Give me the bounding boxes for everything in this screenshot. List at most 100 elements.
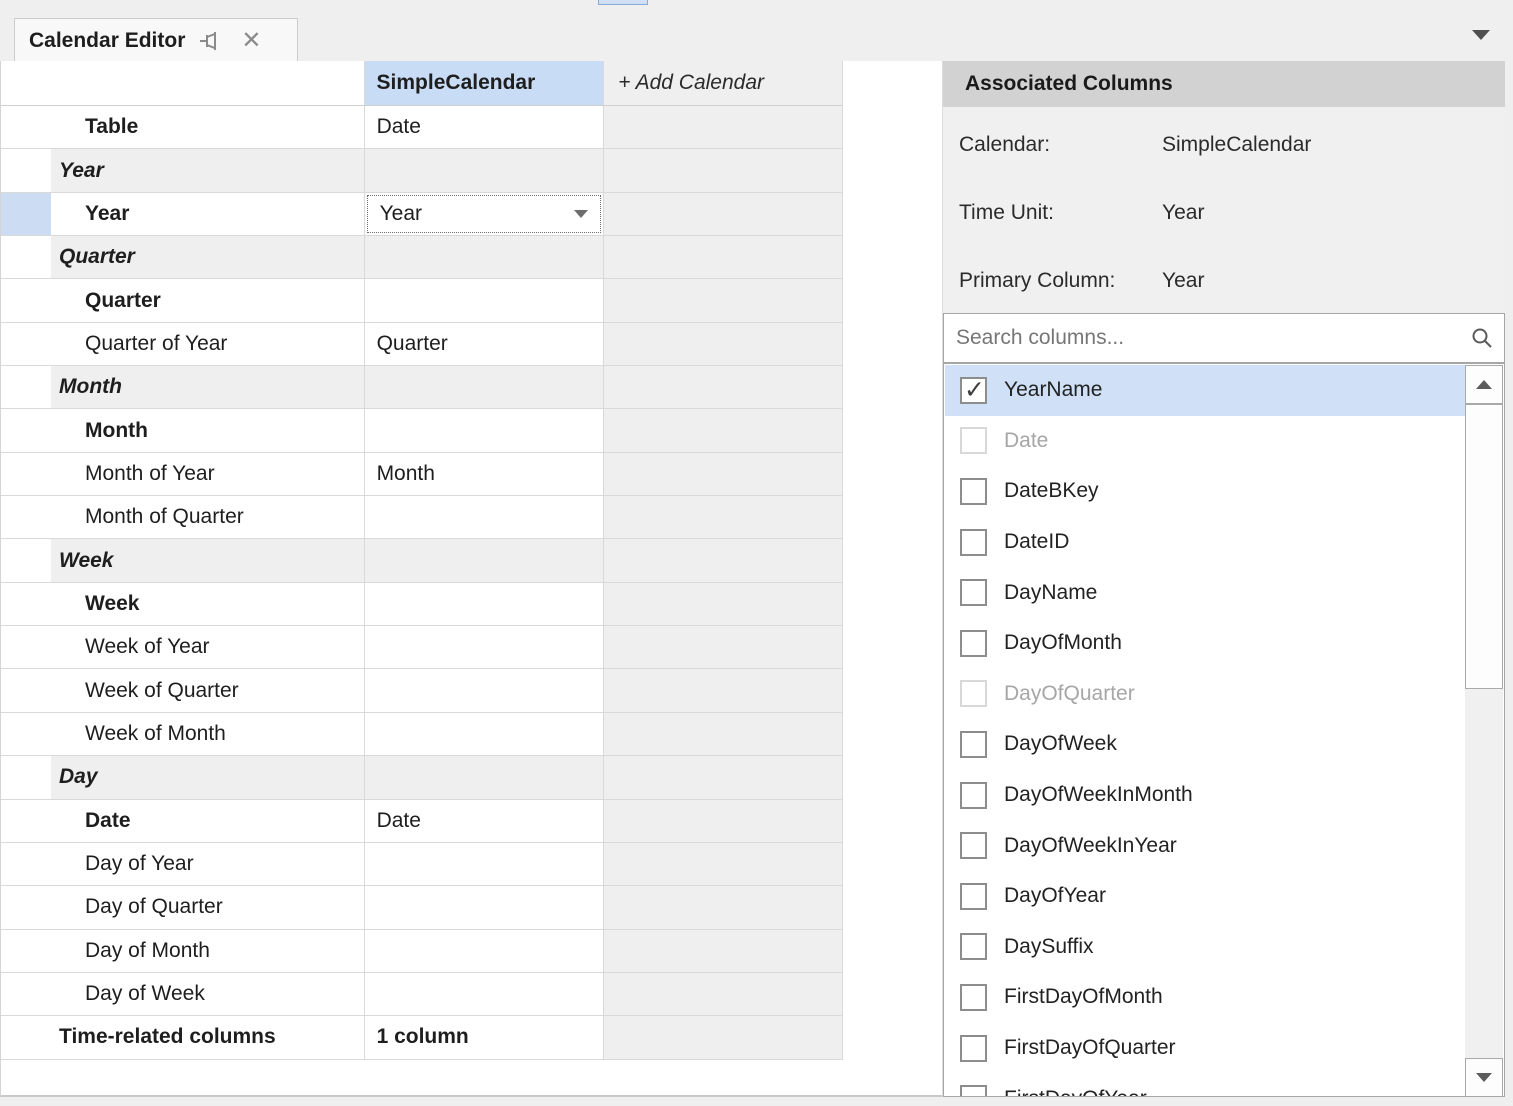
add-calendar-cell[interactable] — [603, 756, 842, 798]
list-item[interactable]: YearName — [945, 365, 1466, 416]
calendar-value-cell[interactable]: Month — [364, 453, 604, 495]
calendar-value-cell[interactable]: Date — [364, 106, 604, 148]
scroll-up-icon[interactable] — [1465, 365, 1503, 404]
table-row[interactable]: Week of Month — [1, 713, 842, 756]
table-row[interactable]: Month of YearMonth — [1, 453, 842, 496]
scrollbar-thumb[interactable] — [1465, 404, 1503, 689]
table-row[interactable]: Week — [1, 583, 842, 626]
table-row[interactable]: Day — [1, 756, 842, 799]
calendar-column-header[interactable]: SimpleCalendar — [364, 61, 604, 105]
table-row[interactable]: Week — [1, 539, 842, 582]
calendar-value-cell[interactable] — [364, 409, 604, 451]
list-item[interactable]: DayOfMonth — [945, 618, 1466, 669]
add-calendar-cell[interactable] — [603, 800, 842, 842]
add-calendar-cell[interactable] — [603, 366, 842, 408]
add-calendar-cell[interactable] — [603, 236, 842, 278]
list-item[interactable]: DayOfYear — [945, 871, 1466, 922]
add-calendar-cell[interactable] — [603, 886, 842, 928]
add-calendar-cell[interactable] — [603, 583, 842, 625]
calendar-value-cell[interactable] — [364, 713, 604, 755]
scrollbar[interactable] — [1465, 365, 1503, 1097]
add-calendar-cell[interactable] — [603, 453, 842, 495]
calendar-value-cell[interactable]: Year — [364, 193, 604, 235]
list-item[interactable]: FirstDayOfMonth — [945, 972, 1466, 1023]
table-row[interactable]: YearYear — [1, 193, 842, 236]
checkbox[interactable] — [960, 1035, 987, 1062]
table-row[interactable]: Month — [1, 366, 842, 409]
table-row[interactable]: Year — [1, 149, 842, 192]
add-calendar-cell[interactable] — [603, 496, 842, 538]
list-item[interactable]: DaySuffix — [945, 922, 1466, 973]
calendar-value-cell[interactable] — [364, 236, 604, 278]
search-input[interactable] — [944, 326, 1470, 350]
scroll-down-icon[interactable] — [1465, 1058, 1503, 1097]
add-calendar-cell[interactable] — [603, 713, 842, 755]
checkbox[interactable] — [960, 883, 987, 910]
add-calendar-cell[interactable] — [603, 409, 842, 451]
calendar-value-cell[interactable] — [364, 886, 604, 928]
list-item[interactable]: DayOfWeek — [945, 719, 1466, 770]
checkbox[interactable] — [960, 1085, 987, 1097]
table-row[interactable]: TableDate — [1, 106, 842, 149]
pin-icon[interactable] — [197, 27, 225, 55]
add-calendar-cell[interactable] — [603, 843, 842, 885]
calendar-value-cell[interactable] — [364, 669, 604, 711]
table-row[interactable]: Day of Quarter — [1, 886, 842, 929]
add-calendar-cell[interactable] — [603, 193, 842, 235]
add-calendar-cell[interactable] — [603, 149, 842, 191]
calendar-value-cell[interactable] — [364, 539, 604, 581]
checkbox[interactable] — [960, 731, 987, 758]
toolbar-button-sliver[interactable] — [598, 0, 648, 5]
calendar-column-dropdown[interactable]: Year — [367, 195, 602, 233]
calendar-value-cell[interactable] — [364, 366, 604, 408]
add-calendar-cell[interactable] — [603, 930, 842, 972]
checkbox[interactable] — [960, 984, 987, 1011]
table-row[interactable]: Time-related columns1 column — [1, 1016, 842, 1059]
checkbox[interactable] — [960, 933, 987, 960]
table-row[interactable]: Quarter of YearQuarter — [1, 323, 842, 366]
checkbox[interactable] — [960, 377, 987, 404]
checkbox[interactable] — [960, 782, 987, 809]
table-row[interactable]: Quarter — [1, 236, 842, 279]
calendar-value-cell[interactable] — [364, 496, 604, 538]
calendar-value-cell[interactable]: 1 column — [364, 1016, 604, 1058]
list-item[interactable]: FirstDayOfYear — [945, 1073, 1466, 1097]
calendar-value-cell[interactable]: Quarter — [364, 323, 604, 365]
checkbox[interactable] — [960, 529, 987, 556]
checkbox[interactable] — [960, 680, 987, 707]
table-row[interactable]: Day of Month — [1, 930, 842, 973]
table-row[interactable]: Week of Quarter — [1, 669, 842, 712]
list-item[interactable]: Date — [945, 416, 1466, 467]
add-calendar-cell[interactable] — [603, 669, 842, 711]
list-item[interactable]: DateID — [945, 517, 1466, 568]
table-row[interactable]: Week of Year — [1, 626, 842, 669]
add-calendar-cell[interactable] — [603, 973, 842, 1015]
add-calendar-cell[interactable] — [603, 323, 842, 365]
add-calendar-cell[interactable] — [603, 106, 842, 148]
checkbox[interactable] — [960, 579, 987, 606]
list-item[interactable]: DayName — [945, 567, 1466, 618]
checkbox[interactable] — [960, 427, 987, 454]
checkbox[interactable] — [960, 630, 987, 657]
calendar-value-cell[interactable] — [364, 279, 604, 321]
list-item[interactable]: DateBKey — [945, 466, 1466, 517]
table-row[interactable]: Month of Quarter — [1, 496, 842, 539]
add-calendar-cell[interactable] — [603, 279, 842, 321]
calendar-value-cell[interactable] — [364, 930, 604, 972]
calendar-value-cell[interactable] — [364, 756, 604, 798]
list-item[interactable]: DayOfWeekInMonth — [945, 770, 1466, 821]
table-row[interactable]: Month — [1, 409, 842, 452]
calendar-value-cell[interactable] — [364, 149, 604, 191]
add-calendar-cell[interactable] — [603, 539, 842, 581]
tab-calendar-editor[interactable]: Calendar Editor ✕ — [14, 18, 298, 62]
calendar-value-cell[interactable] — [364, 973, 604, 1015]
table-row[interactable]: Quarter — [1, 279, 842, 322]
window-options-caret-icon[interactable] — [1472, 30, 1490, 40]
calendar-value-cell[interactable]: Date — [364, 800, 604, 842]
checkbox[interactable] — [960, 478, 987, 505]
checkbox[interactable] — [960, 832, 987, 859]
calendar-value-cell[interactable] — [364, 843, 604, 885]
add-calendar-button[interactable]: + Add Calendar — [603, 61, 842, 105]
calendar-value-cell[interactable] — [364, 626, 604, 668]
close-icon[interactable]: ✕ — [237, 27, 265, 55]
